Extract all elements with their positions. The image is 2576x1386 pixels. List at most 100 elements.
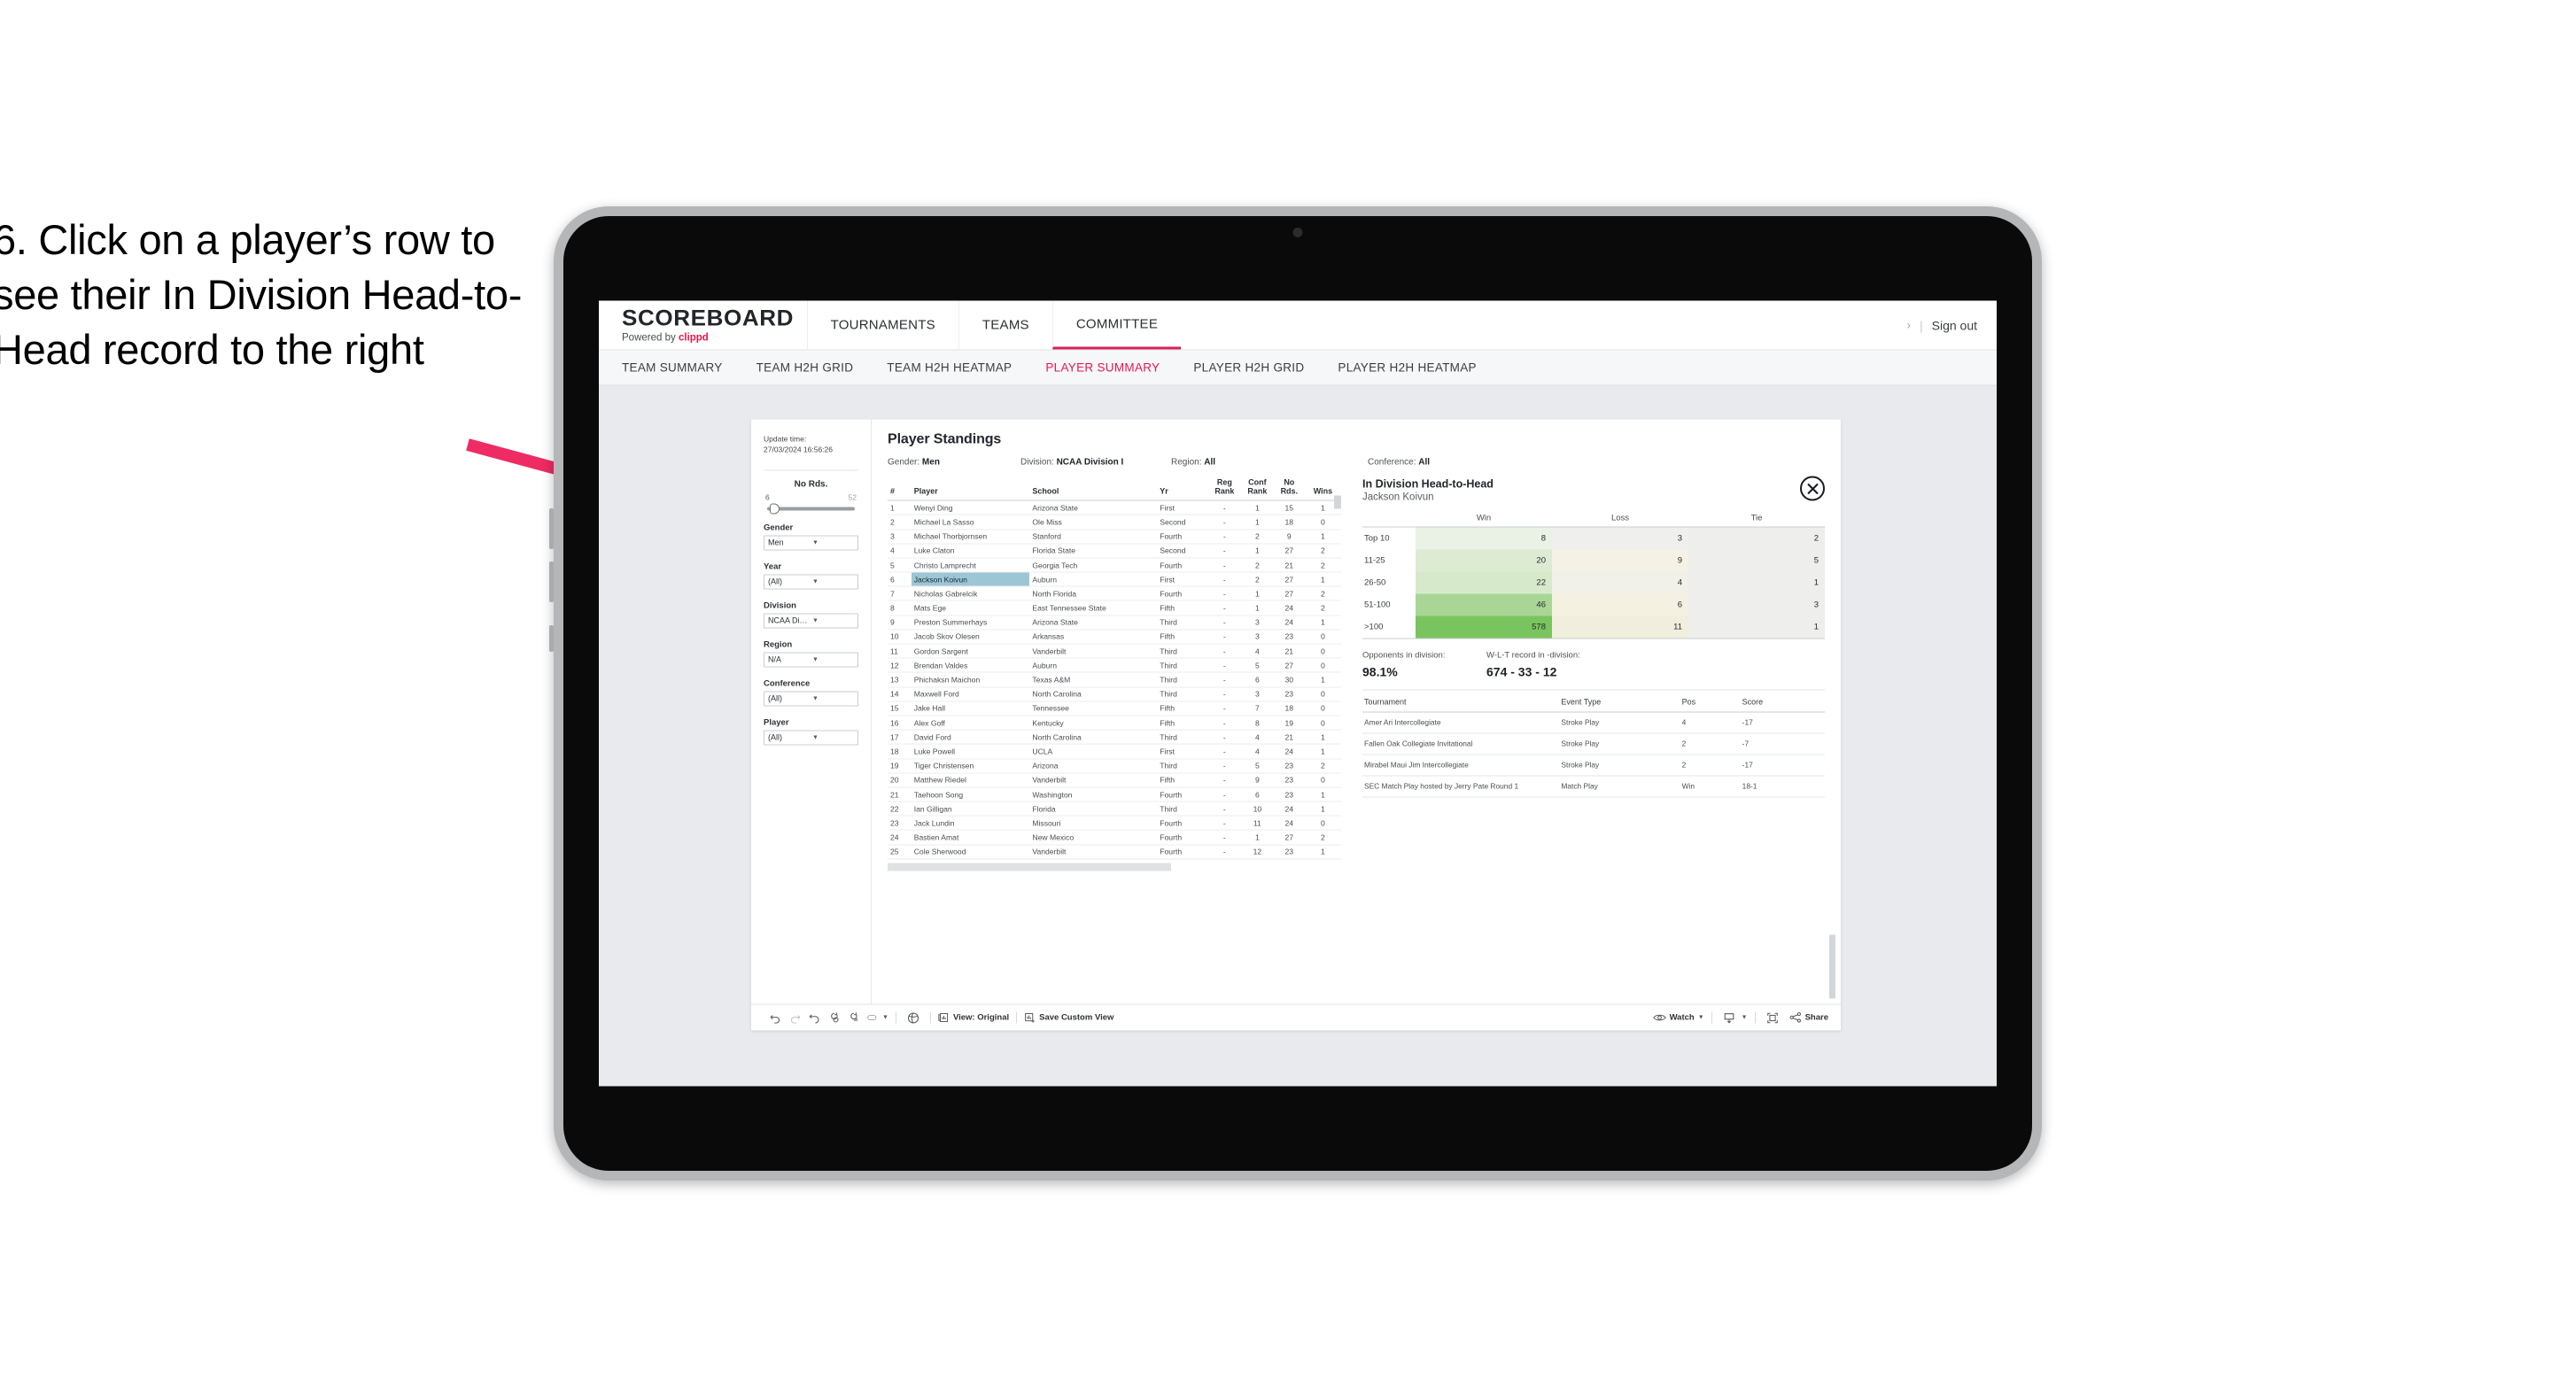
sign-out-link[interactable]: Sign out — [1932, 318, 1977, 332]
tab-player-summary[interactable]: PLAYER SUMMARY — [1045, 361, 1160, 375]
list-item[interactable]: Fallen Oak Collegiate Invitational Stroke… — [1362, 732, 1825, 755]
tab-team-summary[interactable]: TEAM SUMMARY — [622, 361, 723, 375]
heatmap-cell[interactable]: 1 — [1688, 571, 1825, 594]
table-row[interactable]: 1 Wenyi Ding Arizona State First -1 15 1 — [888, 500, 1341, 515]
vertical-scrollbar[interactable] — [1334, 495, 1341, 509]
col-conf-rank[interactable]: Conf Rank — [1240, 477, 1274, 501]
td-rds: 24 — [1273, 600, 1305, 616]
chevron-down-icon[interactable]: ▼ — [1742, 1015, 1748, 1021]
brand-logo[interactable]: SCOREBOARD Powered by clippd — [599, 301, 807, 350]
fullscreen-icon[interactable] — [1763, 1008, 1782, 1027]
undo-icon[interactable] — [765, 1008, 785, 1027]
table-row[interactable]: 4 Luke Claton Florida State Second -1 27 2 — [888, 543, 1341, 559]
share-button[interactable]: Share — [1789, 1011, 1828, 1024]
horizontal-scrollbar[interactable] — [888, 863, 1171, 871]
list-item[interactable]: Amer Ari Intercollegiate Stroke Play 4 -17 — [1362, 712, 1825, 734]
highlight-icon[interactable] — [863, 1008, 882, 1027]
chevron-down-icon[interactable]: ▼ — [1698, 1015, 1704, 1021]
tab-player-h2h-grid[interactable]: PLAYER H2H GRID — [1193, 361, 1304, 375]
col-reg-rank[interactable]: Reg Rank — [1207, 477, 1241, 501]
revert-icon[interactable] — [804, 1008, 824, 1027]
list-item[interactable]: Mirabel Maui Jim Intercollegiate Stroke P… — [1362, 754, 1825, 777]
event-pos: 2 — [1680, 754, 1741, 777]
heatmap-cell[interactable]: 5 — [1688, 549, 1825, 572]
filter-player-select[interactable]: (All) ▼ — [764, 730, 858, 746]
td-rds: 21 — [1273, 730, 1305, 745]
table-row[interactable]: 2 Michael La Sasso Ole Miss Second -1 18 0 — [888, 515, 1341, 530]
heatmap-cell[interactable]: 578 — [1416, 616, 1552, 639]
td-school: Arizona State — [1029, 615, 1158, 631]
refresh-icon[interactable] — [824, 1008, 843, 1027]
col-school[interactable]: School — [1029, 477, 1158, 501]
heatmap-cell[interactable]: 6 — [1552, 593, 1688, 616]
heatmap-cell[interactable]: 22 — [1416, 571, 1552, 594]
table-row[interactable]: 15 Jake Hall Tennessee Fifth -7 18 0 — [888, 701, 1341, 716]
chevron-down-icon[interactable]: ▼ — [882, 1015, 888, 1021]
col-event-type[interactable]: Event Type — [1559, 690, 1680, 713]
watch-button[interactable]: Watch ▼ — [1652, 1012, 1704, 1024]
table-row[interactable]: 8 Mats Ege East Tennessee State Fifth -1 24 2 — [888, 600, 1341, 616]
table-row[interactable]: 18 Luke Powell UCLA First -4 24 1 — [888, 744, 1341, 760]
table-row[interactable]: 7 Nicholas Gabrelcik North Florida Fourth -1… — [888, 586, 1341, 601]
filter-division-select[interactable]: NCAA Division I ▼ — [764, 613, 858, 629]
chevron-right-icon[interactable]: › — [1907, 319, 1911, 332]
nav-teams[interactable]: TEAMS — [958, 300, 1052, 350]
events-scrollbar[interactable] — [1829, 934, 1835, 999]
table-row[interactable]: 10 Jacob Skov Olesen Arkansas Fifth -3 23 0 — [888, 629, 1341, 645]
view-original-button[interactable]: View: Original — [938, 1012, 1009, 1024]
heatmap-cell[interactable]: 3 — [1552, 527, 1688, 550]
redo-icon[interactable] — [785, 1008, 804, 1027]
table-row[interactable]: 11 Gordon Sargent Vanderbilt Third -4 21 0 — [888, 644, 1341, 659]
table-row[interactable]: 24 Bastien Amat New Mexico Fourth -1 27 2 — [888, 830, 1341, 846]
heatmap-cell[interactable]: 1 — [1688, 616, 1825, 639]
filter-region-select[interactable]: N/A ▼ — [764, 652, 858, 668]
slider-handle[interactable] — [770, 503, 780, 515]
table-row[interactable]: 3 Michael Thorbjornsen Stanford Fourth -2 9 1 — [888, 529, 1341, 545]
filter-year-select[interactable]: (All) ▼ — [764, 574, 858, 590]
col-yr[interactable]: Yr — [1157, 477, 1208, 501]
tab-player-h2h-heatmap[interactable]: PLAYER H2H HEATMAP — [1338, 361, 1476, 375]
heatmap-cell[interactable]: 2 — [1688, 527, 1825, 550]
heatmap-cell[interactable]: 11 — [1552, 616, 1688, 639]
table-row[interactable]: 13 Phichaksn Maichon Texas A&M Third -6 30 1 — [888, 672, 1341, 688]
heatmap-cell[interactable]: 8 — [1416, 527, 1552, 550]
table-row[interactable]: 22 Ian Gilligan Florida Third -10 24 1 — [888, 801, 1341, 817]
heatmap-cell[interactable]: 4 — [1552, 571, 1688, 594]
globe-icon[interactable] — [904, 1008, 923, 1027]
download-icon[interactable] — [1719, 1008, 1739, 1027]
col-tournament[interactable]: Tournament — [1362, 690, 1560, 713]
col-pos[interactable]: Pos — [1680, 690, 1741, 713]
table-row[interactable]: 21 Taehoon Song Washington Fourth -6 23 1 — [888, 786, 1341, 802]
table-row[interactable]: 23 Jack Lundin Missouri Fourth -11 24 0 — [888, 816, 1341, 831]
table-row[interactable]: 20 Matthew Riedel Vanderbilt Fifth -9 23 0 — [888, 772, 1341, 788]
slider-track[interactable] — [767, 503, 855, 515]
heatmap-cell[interactable]: 46 — [1416, 593, 1552, 616]
no-rounds-slider[interactable]: No Rds. 6 52 — [764, 479, 858, 515]
table-row[interactable]: 6 Jackson Koivun Auburn First -2 27 1 — [888, 572, 1341, 587]
col-score[interactable]: Score — [1740, 690, 1825, 713]
col-rank[interactable]: # — [888, 477, 912, 501]
table-row[interactable]: 25 Cole Sherwood Vanderbilt Fourth -12 23 1 — [888, 844, 1341, 860]
close-icon[interactable] — [1800, 476, 1825, 501]
heatmap-cell[interactable]: 9 — [1552, 549, 1688, 572]
tab-team-h2h-heatmap[interactable]: TEAM H2H HEATMAP — [887, 361, 1012, 375]
heatmap-cell[interactable]: 3 — [1688, 593, 1825, 616]
nav-committee[interactable]: COMMITTEE — [1051, 300, 1182, 350]
save-custom-view-button[interactable]: Save Custom View — [1024, 1012, 1113, 1024]
table-row[interactable]: 12 Brendan Valdes Auburn Third -5 27 0 — [888, 658, 1341, 673]
filter-gender-select[interactable]: Men ▼ — [764, 535, 858, 551]
table-row[interactable]: 19 Tiger Christensen Arizona Third -5 23 2 — [888, 758, 1341, 774]
pause-icon[interactable] — [843, 1008, 863, 1027]
list-item[interactable]: SEC Match Play hosted by Jerry Pate Roun… — [1362, 775, 1825, 798]
table-row[interactable]: 14 Maxwell Ford North Carolina Third -3 23 0 — [888, 686, 1341, 702]
heatmap-cell[interactable]: 20 — [1416, 549, 1552, 572]
filter-conference-select[interactable]: (All) ▼ — [764, 691, 858, 707]
table-row[interactable]: 16 Alex Goff Kentucky Fifth -8 19 0 — [888, 715, 1341, 731]
table-row[interactable]: 17 David Ford North Carolina Third -4 21 1 — [888, 730, 1341, 745]
col-no-rds[interactable]: No Rds. — [1273, 477, 1305, 501]
table-row[interactable]: 9 Preston Summerhays Arizona State Third -3 2… — [888, 615, 1341, 631]
nav-tournaments[interactable]: TOURNAMENTS — [806, 300, 958, 350]
table-row[interactable]: 5 Christo Lamprecht Georgia Tech Fourth -2 21… — [888, 557, 1341, 573]
col-player[interactable]: Player — [911, 477, 1030, 501]
tab-team-h2h-grid[interactable]: TEAM H2H GRID — [757, 361, 854, 375]
